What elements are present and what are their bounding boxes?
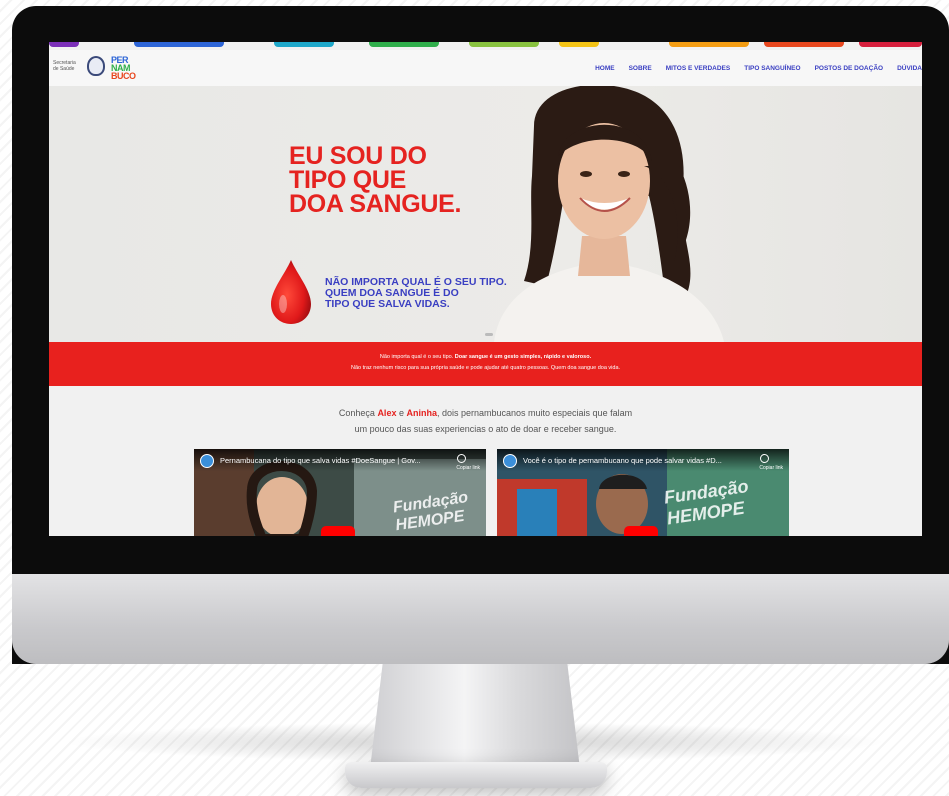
play-button-icon[interactable] <box>624 526 658 536</box>
monitor-chin <box>12 574 949 664</box>
headline-line: EU SOU DO <box>289 142 427 170</box>
video-title[interactable]: Pernambucana do tipo que salva vidas #Do… <box>220 456 450 465</box>
intro-text: Conheça <box>338 408 378 418</box>
nav-sobre[interactable]: SOBRE <box>629 65 652 72</box>
state-seal-icon <box>87 56 105 76</box>
intro-line-1: Conheça Alex e Aninha, dois pernambucano… <box>49 408 922 418</box>
intro-text: e <box>396 408 407 418</box>
video-player-alex[interactable]: Fundação HEMOPE Você é o tipo de pernamb… <box>497 449 789 536</box>
carousel-indicator[interactable] <box>485 333 493 336</box>
intro-name-aninha: Aninha <box>406 408 437 418</box>
hero-headline: EU SOU DO TIPO QUE DOA SANGUE. <box>289 142 462 218</box>
headline-line: TIPO QUE <box>289 166 407 194</box>
main-nav: HOME SOBRE MITOS E VERDADES TIPO SANGUÍN… <box>581 65 922 72</box>
watch-later-icon[interactable] <box>457 454 466 463</box>
channel-avatar-icon[interactable] <box>503 454 517 468</box>
intro-text: , dois pernambucanos muito especiais que… <box>436 408 633 418</box>
intro-name-alex: Alex <box>377 408 397 418</box>
hero-banner: EU SOU DO TIPO QUE DOA SANGUE. NÃO IMPOR… <box>49 86 922 342</box>
color-strip <box>49 42 922 50</box>
website-screen: Secretaria de Saúde PER NAM BUCO HOME SO… <box>49 42 922 536</box>
donation-message-band: Não importa qual é o seu tipo. Doar sang… <box>49 342 922 386</box>
pernambuco-logo[interactable]: PER NAM BUCO <box>111 55 145 81</box>
intro-line-2: um pouco das suas experiencias o ato de … <box>354 424 617 434</box>
copy-link-button[interactable]: Copiar link <box>456 465 480 471</box>
play-button-icon[interactable] <box>321 526 355 536</box>
logo-line: BUCO <box>111 71 136 81</box>
video-title[interactable]: Você é o tipo de pernambucano que pode s… <box>523 456 753 465</box>
nav-mitos-e-verdades[interactable]: MITOS E VERDADES <box>666 65 731 72</box>
nav-tipo-sanguineo[interactable]: TIPO SANGUÍNEO <box>744 65 800 72</box>
band-line-1: Não importa qual é o seu tipo. Doar sang… <box>49 354 922 360</box>
channel-avatar-icon[interactable] <box>200 454 214 468</box>
blood-drop-icon <box>271 260 311 324</box>
band-line-2: Não traz nenhum risco para sua própria s… <box>350 365 621 371</box>
smiling-woman-photo <box>494 86 724 342</box>
site-header: Secretaria de Saúde PER NAM BUCO HOME SO… <box>49 50 922 86</box>
video-player-aninha[interactable]: Fundação HEMOPE Pernambucana do tipo que… <box>194 449 486 536</box>
nav-duvidas[interactable]: DÚVIDA <box>897 65 922 72</box>
nav-postos-de-doacao[interactable]: POSTOS DE DOAÇÃO <box>815 65 884 72</box>
band-text: Não importa qual é o seu tipo. <box>379 354 455 360</box>
monitor-base <box>345 762 607 788</box>
headline-line: DOA SANGUE. <box>289 190 462 218</box>
secretaria-label: Secretaria de Saúde <box>53 60 76 72</box>
monitor-stand <box>370 664 580 769</box>
watch-later-icon[interactable] <box>760 454 769 463</box>
copy-link-button[interactable]: Copiar link <box>759 465 783 471</box>
nav-home[interactable]: HOME <box>595 65 615 72</box>
band-text-bold: Doar sangue é um gesto simples, rápido e… <box>454 354 592 360</box>
